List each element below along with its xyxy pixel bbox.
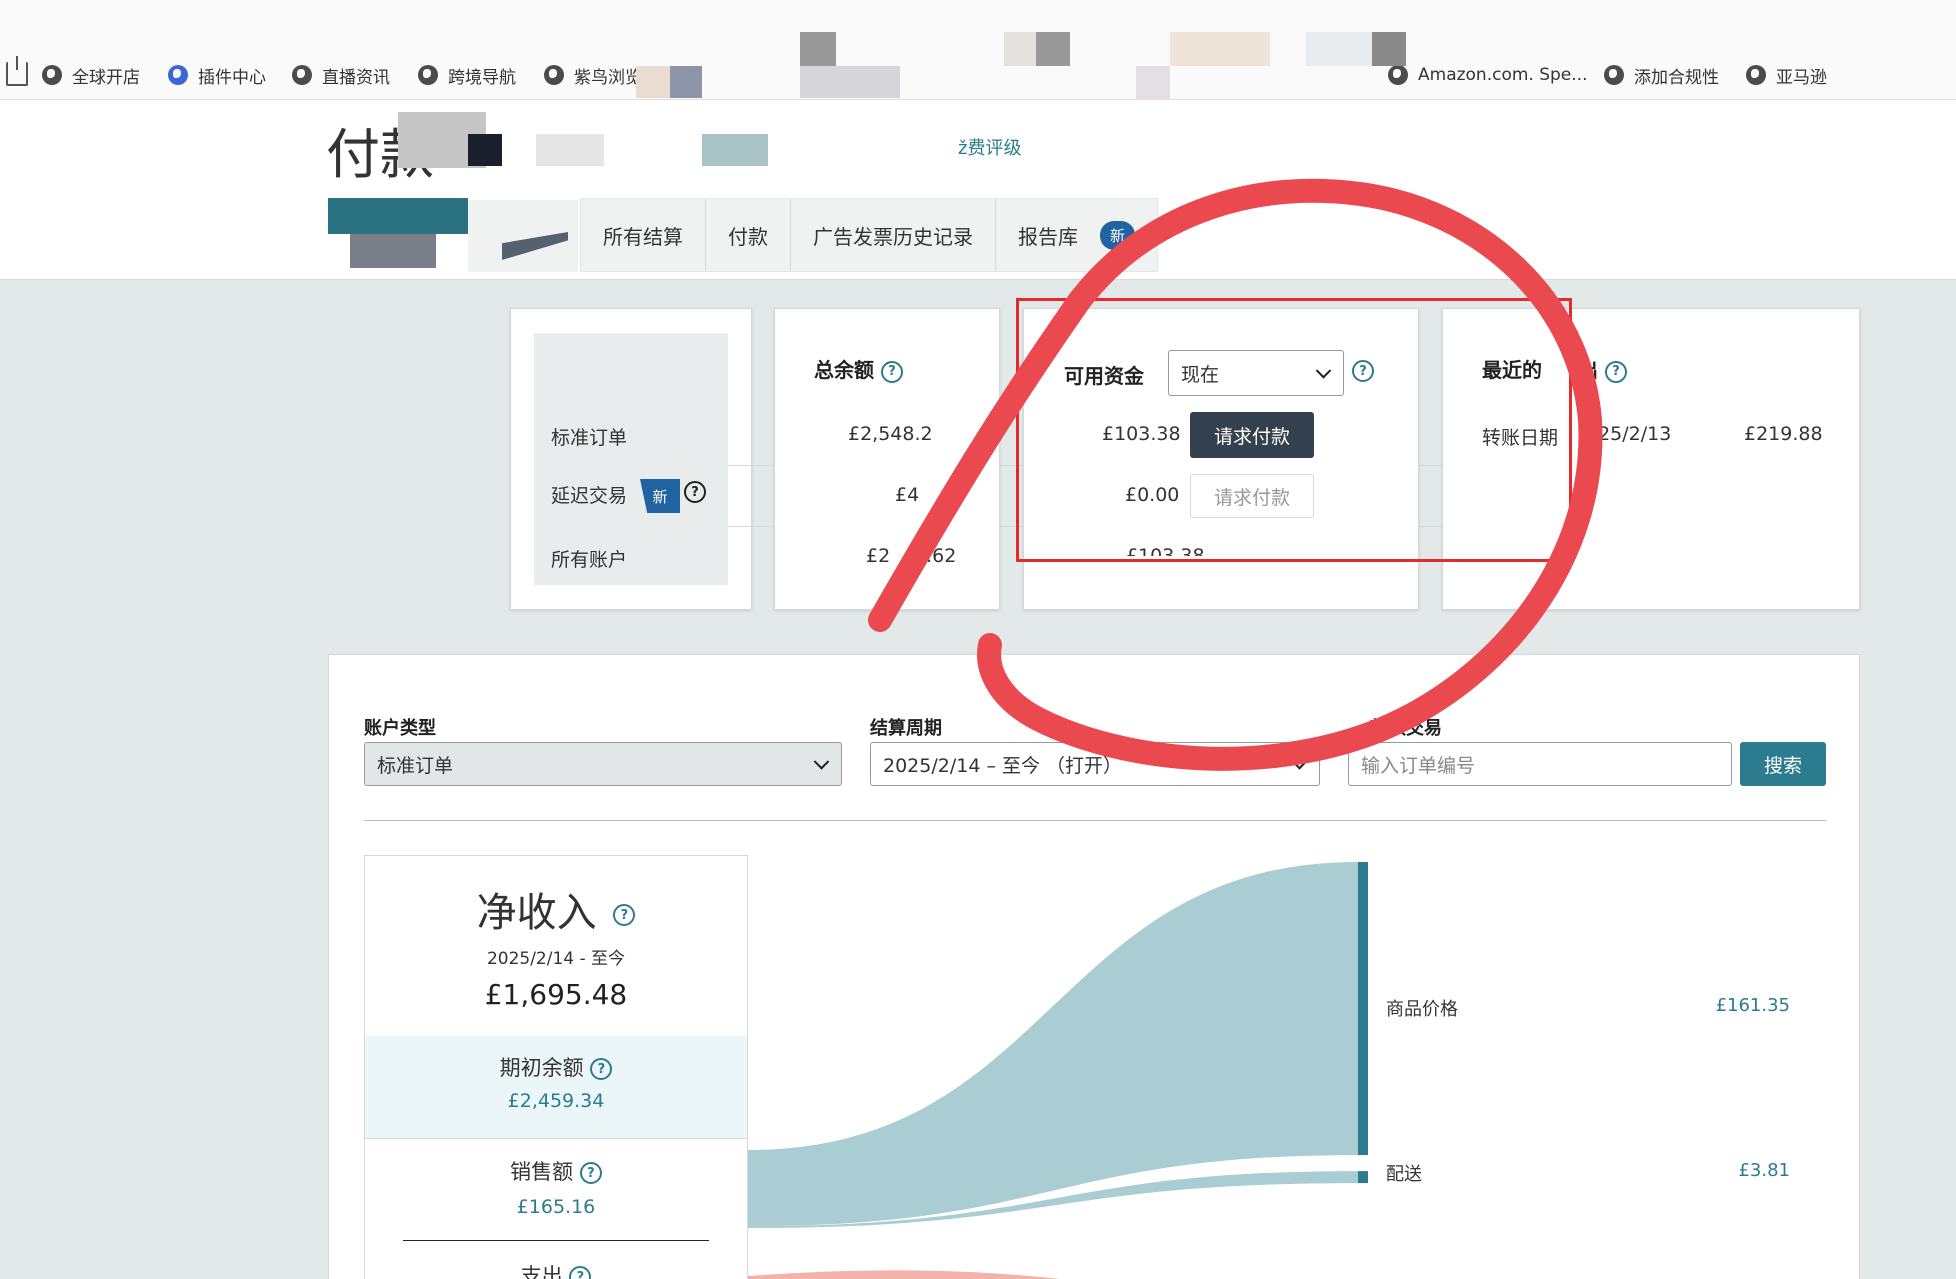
help-icon[interactable]: ? <box>579 1162 602 1184</box>
annotation-box <box>1016 298 1572 562</box>
bookmark-item[interactable]: 添加合规性 <box>1604 60 1719 90</box>
help-icon[interactable]: ? <box>684 481 706 503</box>
total-balance-all-b: 6.62 <box>914 545 957 567</box>
redaction-block <box>328 198 468 234</box>
help-icon[interactable]: ? <box>590 1058 613 1080</box>
tab-payments[interactable]: 付款 <box>706 199 791 271</box>
bookmark-item[interactable]: 直播资讯 <box>292 60 390 90</box>
search-button[interactable]: 搜索 <box>1740 742 1826 786</box>
redaction-block <box>800 66 900 98</box>
tab-all-settlements[interactable]: 所有结算 <box>581 199 706 271</box>
recent-payout-amount: £219.88 <box>1744 423 1823 445</box>
globe-icon <box>1388 65 1408 85</box>
sankey-label-item-price: 商品价格 <box>1386 999 1458 1020</box>
globe-icon <box>292 65 312 85</box>
net-income-card: 净收入 ? 2025/2/14 - 至今 £1,695.48 期初余额 ? £2… <box>364 855 748 1279</box>
opening-balance-label: 期初余额 ? <box>365 1052 747 1082</box>
share-icon[interactable] <box>6 56 28 86</box>
redaction-block <box>800 32 836 66</box>
sankey-value-shipping: £3.81 <box>1738 1160 1790 1181</box>
redaction-block <box>468 134 502 166</box>
globe-icon <box>1746 65 1766 85</box>
redaction-block <box>1036 32 1070 66</box>
transfer-date-value: 025/2/13 <box>1586 423 1672 445</box>
row-label-all-accounts: 所有账户 <box>551 549 628 571</box>
bookmark-bar: 全球开店 插件中心 直播资讯 跨境导航 紫鸟浏览 Amazon.com. Spe… <box>0 0 1956 100</box>
new-badge: 新 <box>1100 220 1136 250</box>
expenses-label: 支出 ? <box>365 1260 747 1279</box>
bookmark-item[interactable]: 紫鸟浏览 <box>544 60 642 90</box>
help-icon[interactable]: ? <box>613 904 636 926</box>
redaction-block <box>702 134 768 166</box>
settlement-period-select[interactable]: 2025/2/14 – 至今 （打开） <box>870 742 1320 786</box>
globe-icon <box>544 65 564 85</box>
help-icon[interactable]: ? <box>880 360 903 383</box>
row-label-standard: 标准订单 <box>551 427 628 449</box>
bookmark-item[interactable]: Amazon.com. Spe... <box>1388 60 1587 90</box>
redaction-block <box>670 66 702 98</box>
redaction-block <box>1170 32 1270 66</box>
order-number-input[interactable]: 输入订单编号 <box>1348 742 1732 786</box>
total-balance-all-a: £2 <box>866 545 891 567</box>
payments-page: { "bookmarks": [ {"label": "全球开店", "icon… <box>0 0 1956 1279</box>
sankey-label-shipping: 配送 <box>1386 1164 1422 1185</box>
net-income-title: 净收入 ? <box>365 880 747 938</box>
settlement-period-label: 结算周期 <box>870 718 942 739</box>
net-income-period: 2025/2/14 - 至今 <box>486 949 626 969</box>
bookmark-item[interactable]: 全球开店 <box>42 60 140 90</box>
opening-balance-section: 期初余额 ? £2,459.34 <box>365 1036 747 1138</box>
sankey-value-item-price: £161.35 <box>1715 995 1790 1016</box>
payments-tabs: 所有结算 付款 广告发票历史记录 报告库新 <box>580 198 1159 272</box>
globe-icon <box>1604 65 1624 85</box>
plugin-icon <box>168 65 188 85</box>
chevron-down-icon <box>813 754 830 770</box>
sales-label: 销售额 ? <box>365 1156 747 1186</box>
tab-report-library[interactable]: 报告库新 <box>996 199 1157 271</box>
help-icon[interactable]: ? <box>569 1266 592 1279</box>
opening-balance-value: £2,459.34 <box>507 1090 605 1112</box>
bookmark-item[interactable]: 亚马逊 <box>1746 60 1827 90</box>
section-divider <box>403 1240 709 1241</box>
account-type-select[interactable]: 标准订单 <box>364 742 842 786</box>
chevron-down-icon <box>1291 754 1308 770</box>
redaction-block <box>536 134 604 166</box>
globe-icon <box>42 65 62 85</box>
row-label-deferred: 延迟交易 <box>551 485 628 507</box>
net-income-amount: £1,695.48 <box>484 978 628 1011</box>
redaction-block <box>1372 32 1406 66</box>
bookmark-item[interactable]: 跨境导航 <box>418 60 516 90</box>
filter-divider <box>364 820 1826 821</box>
total-balance-standard: £2,548.2 <box>848 423 933 445</box>
total-balance-title: 总余额 ? <box>814 354 903 383</box>
redaction-block <box>1136 66 1170 100</box>
sales-value: £165.16 <box>516 1196 596 1218</box>
globe-icon <box>418 65 438 85</box>
help-icon[interactable]: ? <box>1604 360 1627 383</box>
account-type-label: 账户类型 <box>364 718 436 739</box>
redaction-block <box>350 234 436 268</box>
total-balance-deferred: £4 <box>895 484 920 506</box>
rating-link[interactable]: ž费评级 <box>958 134 1021 160</box>
transaction-search-label: 款项交易 <box>1370 718 1442 739</box>
tab-ad-invoice-history[interactable]: 广告发票历史记录 <box>791 199 996 271</box>
bookmark-item[interactable]: 插件中心 <box>168 60 266 90</box>
section-divider <box>365 1138 747 1139</box>
